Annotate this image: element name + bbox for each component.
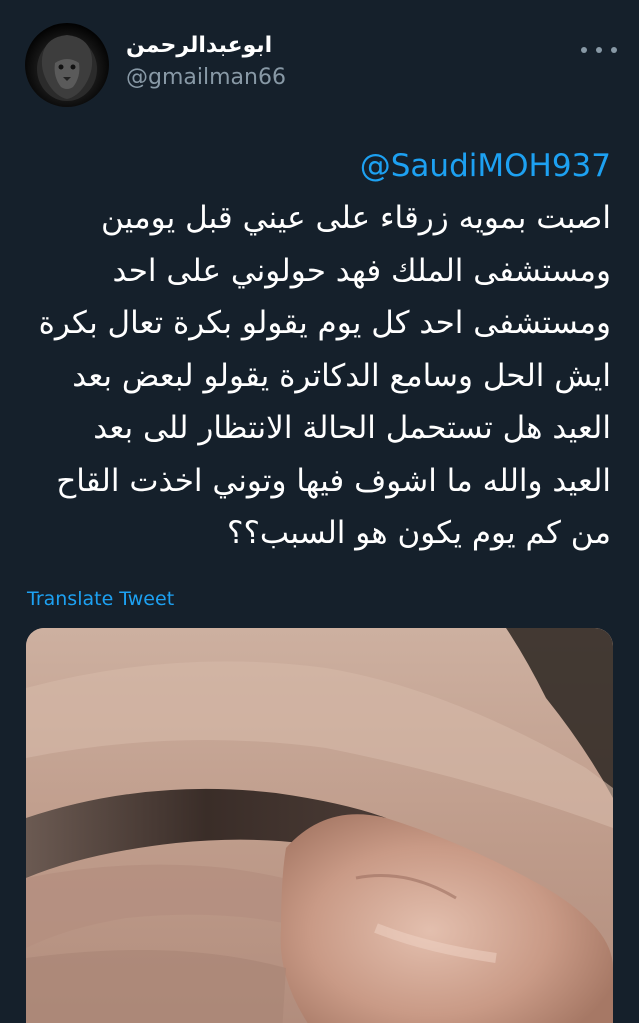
display-name[interactable]: ابوعبدالرحمن	[126, 31, 272, 61]
username[interactable]: @gmailman66	[126, 63, 286, 93]
lion-avatar-image	[37, 35, 97, 101]
tweet-text-line: العيد والله ما اشوف فيها وتوني اخذت القا…	[56, 462, 611, 499]
avatar[interactable]	[25, 23, 109, 107]
more-options-button[interactable]	[581, 38, 617, 62]
tweet-text: @SaudiMOH937 اصبت بمويه زرقاء على عيني ق…	[21, 140, 611, 560]
tweet-text-line: ومستشفى احد كل يوم يقولو بكرة تعال بكرة	[38, 305, 611, 341]
more-dots-icon	[581, 47, 587, 53]
translate-tweet-link[interactable]: Translate Tweet	[27, 585, 174, 613]
tweet-text-line: من كم يوم يكون هو السبب؟؟	[226, 515, 611, 551]
mention-link[interactable]: @SaudiMOH937	[21, 140, 611, 192]
tweet-media-image[interactable]	[26, 628, 613, 1023]
tweet-card: ابوعبدالرحمن @gmailman66 @SaudiMOH937 اص…	[0, 0, 639, 1023]
tweet-text-line: العيد هل تستحمل الحالة الانتظار للى بعد	[93, 410, 611, 446]
more-dots-icon	[611, 47, 617, 53]
tweet-text-line: ايش الحل وسامع الدكاترة يقولو لبعض بعد	[72, 357, 611, 394]
eye-photo	[26, 628, 613, 1023]
more-dots-icon	[596, 47, 602, 53]
tweet-text-line: ومستشفى الملك فهد حولوني على احد	[112, 252, 611, 289]
tweet-text-line: اصبت بمويه زرقاء على عيني قبل يومين	[101, 200, 611, 236]
